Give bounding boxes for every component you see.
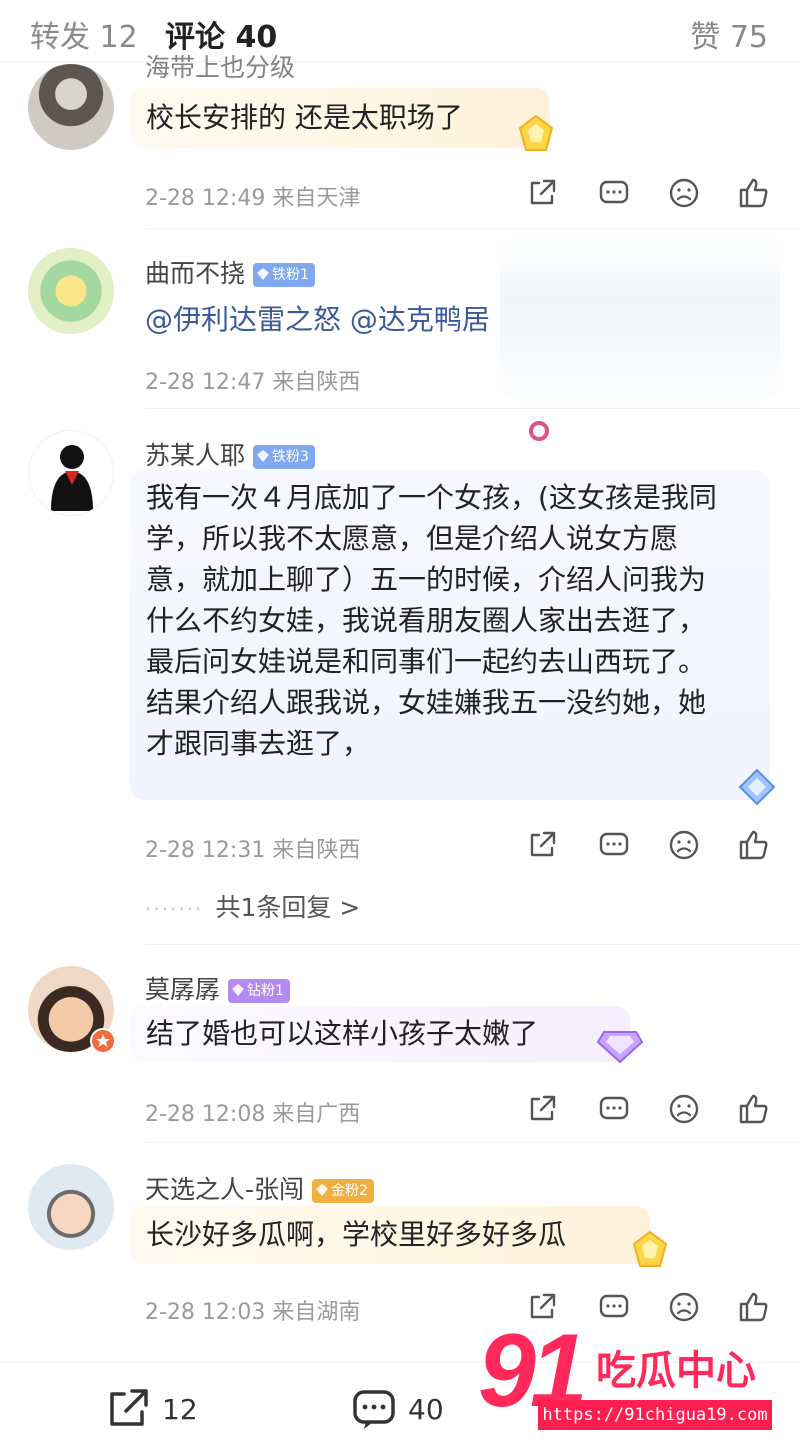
share-icon[interactable] xyxy=(525,828,559,862)
watermark-url: https://91chigua19.com xyxy=(538,1400,772,1430)
watermark-text: 吃瓜中心 xyxy=(596,1348,756,1394)
dislike-icon[interactable] xyxy=(667,176,701,210)
share-count: 12 xyxy=(162,1392,198,1426)
comment-item: 莫孱孱 钻粉1 结了婚也可以这样小孩子太嫩了 2-28 12:08 来自广西 xyxy=(0,944,800,1142)
decorative-card-background xyxy=(500,232,780,402)
comment-text: 校长安排的 还是太职场了 xyxy=(146,101,463,134)
comment-text[interactable]: @伊利达雷之怒 @达克鸭居 xyxy=(145,298,490,338)
fan-badge: 铁粉3 xyxy=(253,445,315,469)
comment-meta: 2-28 12:31 来自陕西 xyxy=(145,838,361,863)
badge-gem-icon xyxy=(257,450,270,462)
comment-username[interactable]: 海带上也分级 xyxy=(145,48,295,84)
comment-username[interactable]: 苏某人耶 铁粉3 xyxy=(145,436,315,472)
dots-decoration: ······· xyxy=(145,897,204,921)
comment-meta: 2-28 12:08 来自广西 xyxy=(145,1102,361,1127)
fan-badge-label: 钻粉1 xyxy=(247,983,284,999)
share-icon[interactable] xyxy=(525,1092,559,1126)
badge-gem-icon xyxy=(257,268,270,280)
comment-item: 曲而不挠 铁粉1 @伊利达雷之怒 @达克鸭居 2-28 12:47 来自陕西 xyxy=(0,228,800,408)
tab-reposts[interactable]: 转发 12 xyxy=(30,12,138,56)
fan-badge: 钻粉1 xyxy=(228,979,290,1003)
comment-tabs: 转发 12 评论 40 赞 75 xyxy=(0,0,800,62)
silhouette-icon xyxy=(51,445,93,511)
avatar[interactable] xyxy=(28,430,114,516)
comment-username[interactable]: 天选之人-张闯 金粉2 xyxy=(145,1170,374,1206)
comment-actions xyxy=(525,828,775,862)
decorative-ring-icon xyxy=(529,421,549,441)
comment-actions xyxy=(525,1092,775,1126)
comment-meta: 2-28 12:03 来自湖南 xyxy=(145,1300,361,1325)
comment-username[interactable]: 莫孱孱 钻粉1 xyxy=(145,970,290,1006)
comment-count: 40 xyxy=(408,1392,444,1426)
comment-text-line: 最后问女娃说是和同事们一起约去山西玩了。 xyxy=(146,645,707,678)
gold-gem-icon xyxy=(632,1230,668,1267)
comment-bubble: 校长安排的 还是太职场了 xyxy=(130,88,550,148)
comment-bubble: 长沙好多瓜啊，学校里好多好多瓜 xyxy=(130,1206,650,1264)
dislike-icon[interactable] xyxy=(667,828,701,862)
share-icon[interactable] xyxy=(525,176,559,210)
fan-badge-label: 铁粉3 xyxy=(272,449,309,465)
avatar[interactable] xyxy=(28,64,114,150)
comment-text-line: 意，就加上聊了）五一的时候，介绍人问我为 xyxy=(146,563,707,596)
comment-text: 结了婚也可以这样小孩子太嫩了 xyxy=(146,1017,539,1050)
username-text: 苏某人耶 xyxy=(145,441,246,470)
site-watermark: 91 吃瓜中心 https://91chigua19.com xyxy=(478,1316,778,1436)
comment-item: 海带上也分级 校长安排的 还是太职场了 2-28 12:49 来自天津 xyxy=(0,53,800,228)
verified-badge-icon xyxy=(90,1028,116,1054)
comment-username[interactable]: 曲而不挠 铁粉1 xyxy=(145,254,315,290)
dislike-icon[interactable] xyxy=(667,1092,701,1126)
comment-meta: 2-28 12:47 来自陕西 xyxy=(145,370,361,395)
like-icon[interactable] xyxy=(737,1092,771,1126)
fan-badge-label: 铁粉1 xyxy=(272,267,309,283)
blue-gem-icon xyxy=(738,768,776,806)
view-replies-label: 共1条回复 > xyxy=(215,893,361,922)
comment-bubble: 结了婚也可以这样小孩子太嫩了 xyxy=(130,1006,630,1062)
username-text: 曲而不挠 xyxy=(145,259,246,288)
tab-likes[interactable]: 赞 75 xyxy=(690,12,768,56)
badge-gem-icon xyxy=(316,1184,329,1196)
reply-icon[interactable] xyxy=(597,176,631,210)
comment-item: 苏某人耶 铁粉3 我有一次４月底加了一个女孩，(这女孩是我同 学，所以我不太愿意，… xyxy=(0,408,800,938)
more-chat-icon xyxy=(353,1390,395,1429)
comment-text: 长沙好多瓜啊，学校里好多好多瓜 xyxy=(146,1218,567,1251)
comment-text-line: 学，所以我不太愿意，但是介绍人说女方愿 xyxy=(146,522,679,555)
bottom-comment-button[interactable]: 40 xyxy=(350,1385,444,1429)
gold-gem-icon xyxy=(518,114,554,151)
comment-meta: 2-28 12:49 来自天津 xyxy=(145,186,361,211)
view-replies-link[interactable]: ······· 共1条回复 > xyxy=(145,888,360,924)
reply-icon[interactable] xyxy=(597,828,631,862)
avatar[interactable] xyxy=(28,1164,114,1250)
purple-gem-icon xyxy=(596,1031,644,1064)
username-text: 天选之人-张闯 xyxy=(145,1175,305,1204)
comment-item: 天选之人-张闯 金粉2 长沙好多瓜啊，学校里好多好多瓜 2-28 12:03 来自… xyxy=(0,1142,800,1342)
avatar[interactable] xyxy=(28,248,114,334)
reply-icon[interactable] xyxy=(597,1092,631,1126)
share-icon xyxy=(110,1389,148,1426)
like-icon[interactable] xyxy=(737,828,771,862)
username-text: 莫孱孱 xyxy=(145,975,221,1004)
fan-badge: 金粉2 xyxy=(312,1179,374,1203)
fan-badge: 铁粉1 xyxy=(253,263,315,287)
comment-text-line: 才跟同事去逛了， xyxy=(146,727,371,760)
badge-gem-icon xyxy=(232,984,245,996)
like-icon[interactable] xyxy=(737,176,771,210)
fan-badge-label: 金粉2 xyxy=(331,1183,368,1199)
comment-actions xyxy=(525,176,775,210)
bottom-share-button[interactable]: 12 xyxy=(104,1385,198,1429)
comment-text-line: 我有一次４月底加了一个女孩，(这女孩是我同 xyxy=(146,481,717,514)
comment-text-line: 什么不约女娃，我说看朋友圈人家出去逛了， xyxy=(146,604,707,637)
comment-text-line: 结果介绍人跟我说，女娃嫌我五一没约她，她 xyxy=(146,686,707,719)
comment-bubble: 我有一次４月底加了一个女孩，(这女孩是我同 学，所以我不太愿意，但是介绍人说女方… xyxy=(130,470,770,800)
